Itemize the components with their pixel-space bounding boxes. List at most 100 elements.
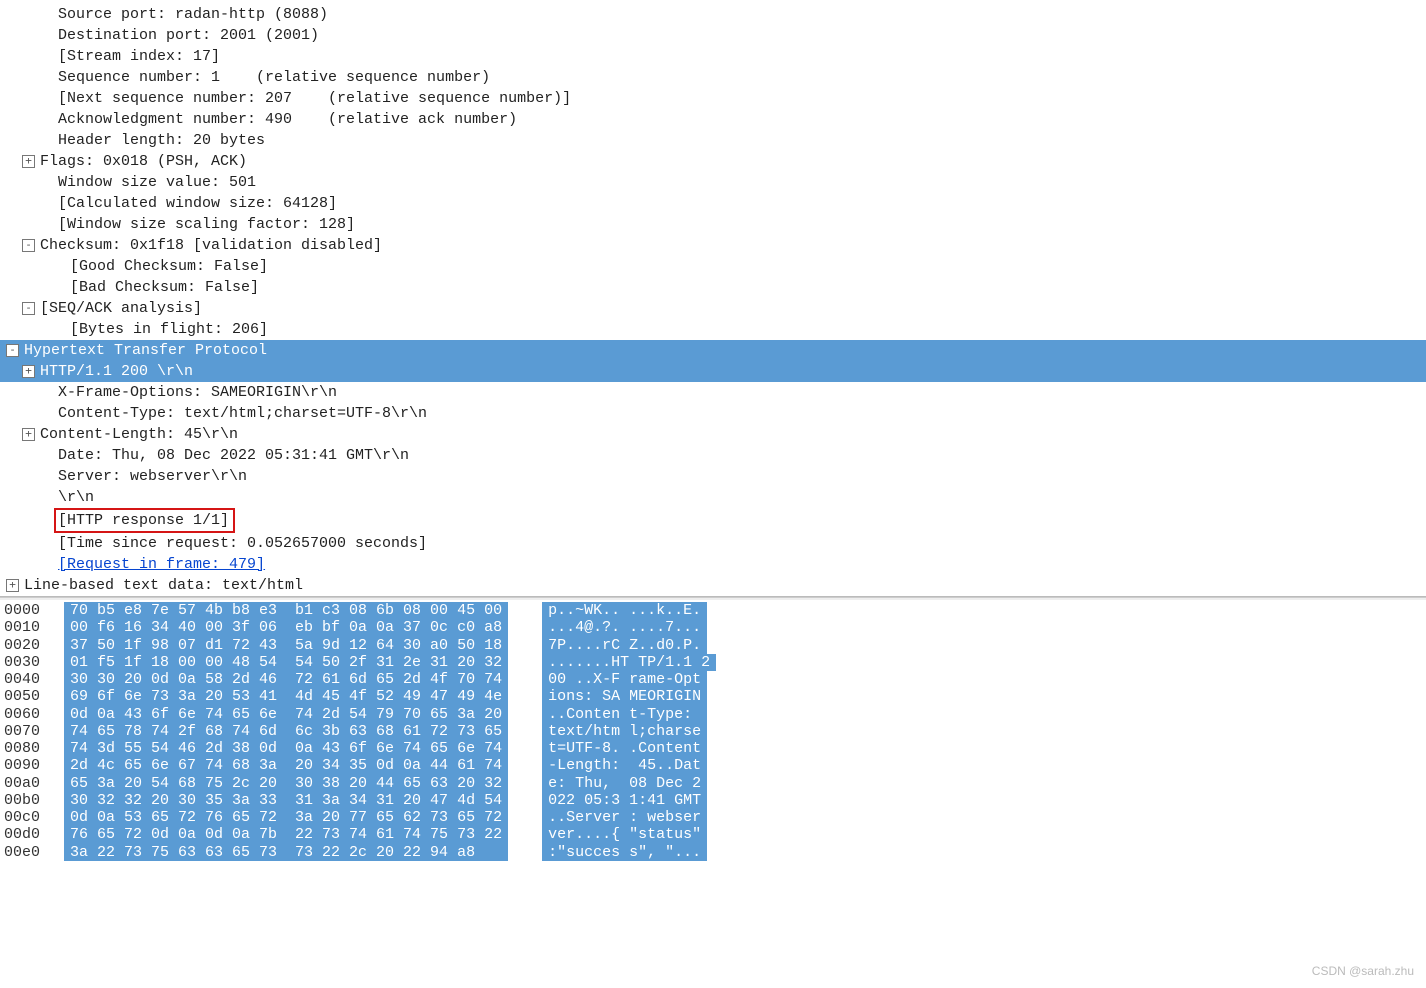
expand-icon[interactable]: + [6, 579, 19, 592]
tcp-good-checksum[interactable]: [Good Checksum: False] [0, 256, 1426, 277]
hex-row[interactable]: 00600d 0a 43 6f 6e 74 65 6e 74 2d 54 79 … [0, 706, 1426, 723]
tcp-next-seq[interactable]: [Next sequence number: 207 (relative seq… [0, 88, 1426, 109]
hex-offset: 00e0 [0, 844, 64, 861]
hex-ascii[interactable]: ...4@.?. ....7... [542, 619, 707, 636]
hex-row[interactable]: 003001 f5 1f 18 00 00 48 54 54 50 2f 31 … [0, 654, 1426, 671]
hex-offset: 0010 [0, 619, 64, 636]
expand-icon[interactable]: + [22, 428, 35, 441]
tcp-scaling-factor[interactable]: [Window size scaling factor: 128] [0, 214, 1426, 235]
hex-bytes[interactable]: 70 b5 e8 7e 57 4b b8 e3 b1 c3 08 6b 08 0… [64, 602, 508, 619]
hex-bytes[interactable]: 65 3a 20 54 68 75 2c 20 30 38 20 44 65 6… [64, 775, 508, 792]
hex-ascii[interactable]: ver....{ "status" [542, 826, 707, 843]
hex-bytes[interactable]: 2d 4c 65 6e 67 74 68 3a 20 34 35 0d 0a 4… [64, 757, 508, 774]
hex-ascii[interactable]: ..Server : webser [542, 809, 707, 826]
hex-bytes[interactable]: 69 6f 6e 73 3a 20 53 41 4d 45 4f 52 49 4… [64, 688, 508, 705]
hex-ascii[interactable]: 00 ..X-F rame-Opt [542, 671, 707, 688]
hex-row[interactable]: 002037 50 1f 98 07 d1 72 43 5a 9d 12 64 … [0, 637, 1426, 654]
tcp-seq[interactable]: Sequence number: 1 (relative sequence nu… [0, 67, 1426, 88]
line-based-text[interactable]: +Line-based text data: text/html [0, 575, 1426, 596]
hex-bytes[interactable]: 74 65 78 74 2f 68 74 6d 6c 3b 63 68 61 7… [64, 723, 508, 740]
http-date[interactable]: Date: Thu, 08 Dec 2022 05:31:41 GMT\r\n [0, 445, 1426, 466]
tcp-dst-port[interactable]: Destination port: 2001 (2001) [0, 25, 1426, 46]
expand-icon[interactable]: + [22, 155, 35, 168]
request-frame-link: [Request in frame: 479] [58, 556, 265, 573]
hex-row[interactable]: 00e03a 22 73 75 63 63 65 73 73 22 2c 20 … [0, 844, 1426, 861]
hex-bytes[interactable]: 3a 22 73 75 63 63 65 73 73 22 2c 20 22 9… [64, 844, 508, 861]
hex-ascii[interactable]: text/htm l;charse [542, 723, 707, 740]
hex-row[interactable]: 000070 b5 e8 7e 57 4b b8 e3 b1 c3 08 6b … [0, 602, 1426, 619]
hex-ascii[interactable]: 7P....rC Z..d0.P. [542, 637, 707, 654]
http-ctype[interactable]: Content-Type: text/html;charset=UTF-8\r\… [0, 403, 1426, 424]
hex-ascii[interactable]: t=UTF-8. .Content [542, 740, 707, 757]
tcp-checksum[interactable]: -Checksum: 0x1f18 [validation disabled] [0, 235, 1426, 256]
tcp-calc-window[interactable]: [Calculated window size: 64128] [0, 193, 1426, 214]
hex-row[interactable]: 005069 6f 6e 73 3a 20 53 41 4d 45 4f 52 … [0, 688, 1426, 705]
hex-bytes[interactable]: 01 f5 1f 18 00 00 48 54 54 50 2f 31 2e 3… [64, 654, 508, 671]
expand-icon[interactable]: + [22, 365, 35, 378]
hex-bytes[interactable]: 76 65 72 0d 0a 0d 0a 7b 22 73 74 61 74 7… [64, 826, 508, 843]
hex-offset: 0030 [0, 654, 64, 671]
http-status[interactable]: +HTTP/1.1 200 \r\n [0, 361, 1426, 382]
http-crlf[interactable]: \r\n [0, 487, 1426, 508]
hex-ascii[interactable]: .......HT TP/1.1 2 [542, 654, 716, 671]
tcp-src-port[interactable]: Source port: radan-http (8088) [0, 4, 1426, 25]
hex-offset: 00a0 [0, 775, 64, 792]
hex-bytes[interactable]: 30 32 32 20 30 35 3a 33 31 3a 34 31 20 4… [64, 792, 508, 809]
watermark: CSDN @sarah.zhu [1312, 963, 1414, 980]
hex-row[interactable]: 007074 65 78 74 2f 68 74 6d 6c 3b 63 68 … [0, 723, 1426, 740]
hex-ascii[interactable]: p..~WK.. ...k..E. [542, 602, 707, 619]
hex-bytes[interactable]: 00 f6 16 34 40 00 3f 06 eb bf 0a 0a 37 0… [64, 619, 508, 636]
hex-row[interactable]: 00c00d 0a 53 65 72 76 65 72 3a 20 77 65 … [0, 809, 1426, 826]
hex-offset: 0000 [0, 602, 64, 619]
collapse-icon[interactable]: - [22, 302, 35, 315]
hex-offset: 0060 [0, 706, 64, 723]
http-xframe[interactable]: X-Frame-Options: SAMEORIGIN\r\n [0, 382, 1426, 403]
hex-dump-pane[interactable]: 000070 b5 e8 7e 57 4b b8 e3 b1 c3 08 6b … [0, 597, 1426, 861]
hex-offset: 00d0 [0, 826, 64, 843]
hex-offset: 0050 [0, 688, 64, 705]
red-highlight-box: [HTTP response 1/1] [54, 508, 235, 533]
hex-offset: 0080 [0, 740, 64, 757]
hex-ascii[interactable]: ions: SA MEORIGIN [542, 688, 707, 705]
hex-ascii[interactable]: 022 05:3 1:41 GMT [542, 792, 707, 809]
hex-row[interactable]: 00a065 3a 20 54 68 75 2c 20 30 38 20 44 … [0, 775, 1426, 792]
hex-row[interactable]: 00902d 4c 65 6e 67 74 68 3a 20 34 35 0d … [0, 757, 1426, 774]
tcp-seq-ack-analysis[interactable]: -[SEQ/ACK analysis] [0, 298, 1426, 319]
collapse-icon[interactable]: - [6, 344, 19, 357]
http-server[interactable]: Server: webserver\r\n [0, 466, 1426, 487]
hex-bytes[interactable]: 30 30 20 0d 0a 58 2d 46 72 61 6d 65 2d 4… [64, 671, 508, 688]
tcp-bad-checksum[interactable]: [Bad Checksum: False] [0, 277, 1426, 298]
http-request-in-frame[interactable]: [Request in frame: 479] [0, 554, 1426, 575]
hex-bytes[interactable]: 74 3d 55 54 46 2d 38 0d 0a 43 6f 6e 74 6… [64, 740, 508, 757]
hex-bytes[interactable]: 0d 0a 53 65 72 76 65 72 3a 20 77 65 62 7… [64, 809, 508, 826]
tcp-ack[interactable]: Acknowledgment number: 490 (relative ack… [0, 109, 1426, 130]
tcp-window-size[interactable]: Window size value: 501 [0, 172, 1426, 193]
tcp-flags[interactable]: +Flags: 0x018 (PSH, ACK) [0, 151, 1426, 172]
hex-offset: 0040 [0, 671, 64, 688]
hex-offset: 0020 [0, 637, 64, 654]
hex-row[interactable]: 00d076 65 72 0d 0a 0d 0a 7b 22 73 74 61 … [0, 826, 1426, 843]
hex-bytes[interactable]: 0d 0a 43 6f 6e 74 65 6e 74 2d 54 79 70 6… [64, 706, 508, 723]
hex-bytes[interactable]: 37 50 1f 98 07 d1 72 43 5a 9d 12 64 30 a… [64, 637, 508, 654]
tcp-stream-index[interactable]: [Stream index: 17] [0, 46, 1426, 67]
http-clen[interactable]: +Content-Length: 45\r\n [0, 424, 1426, 445]
hex-row[interactable]: 00b030 32 32 20 30 35 3a 33 31 3a 34 31 … [0, 792, 1426, 809]
hex-row[interactable]: 008074 3d 55 54 46 2d 38 0d 0a 43 6f 6e … [0, 740, 1426, 757]
tcp-bytes-in-flight[interactable]: [Bytes in flight: 206] [0, 319, 1426, 340]
hex-row[interactable]: 004030 30 20 0d 0a 58 2d 46 72 61 6d 65 … [0, 671, 1426, 688]
hex-offset: 00b0 [0, 792, 64, 809]
hex-offset: 00c0 [0, 809, 64, 826]
hex-offset: 0070 [0, 723, 64, 740]
http-time-since-request[interactable]: [Time since request: 0.052657000 seconds… [0, 533, 1426, 554]
hex-row[interactable]: 001000 f6 16 34 40 00 3f 06 eb bf 0a 0a … [0, 619, 1426, 636]
hex-offset: 0090 [0, 757, 64, 774]
http-protocol-header[interactable]: -Hypertext Transfer Protocol [0, 340, 1426, 361]
hex-ascii[interactable]: ..Conten t-Type: [542, 706, 707, 723]
packet-details-tree[interactable]: Source port: radan-http (8088) Destinati… [0, 0, 1426, 597]
hex-ascii[interactable]: :"succes s", "... [542, 844, 707, 861]
tcp-header-length[interactable]: Header length: 20 bytes [0, 130, 1426, 151]
collapse-icon[interactable]: - [22, 239, 35, 252]
hex-ascii[interactable]: -Length: 45..Dat [542, 757, 707, 774]
hex-ascii[interactable]: e: Thu, 08 Dec 2 [542, 775, 707, 792]
http-response-marker[interactable]: [HTTP response 1/1] [0, 508, 1426, 533]
